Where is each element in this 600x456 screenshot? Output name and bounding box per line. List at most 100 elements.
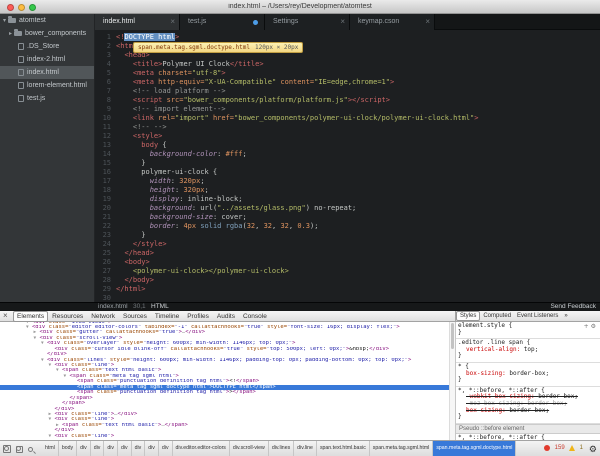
breadcrumb-item[interactable]: div: [104, 441, 118, 456]
gutter-line: 5: [95, 69, 116, 78]
file-icon: [18, 69, 24, 76]
tree-item-lorem-element-html[interactable]: lorem-element.html: [0, 79, 94, 92]
breadcrumb-item[interactable]: span.text.html.basic: [317, 441, 370, 456]
gutter-line: 19: [95, 195, 116, 204]
close-window-button[interactable]: [7, 4, 14, 11]
tree-item-test-js[interactable]: test.js: [0, 92, 94, 105]
devtools-tab-resources[interactable]: Resources: [48, 312, 87, 321]
tree-view[interactable]: ▾atomtest ▸bower_components .DS_Storeinde…: [0, 14, 95, 302]
tab-label: test.js: [188, 18, 206, 25]
gutter-line: 17: [95, 177, 116, 186]
tree-item-label: index-2.html: [27, 56, 65, 63]
tree-item-bower-components[interactable]: ▸bower_components: [0, 27, 94, 40]
tree-item-index-html[interactable]: index.html: [0, 66, 94, 79]
gutter-line: 3: [95, 51, 116, 60]
tab-keymap-cson[interactable]: keymap.cson ×: [350, 14, 435, 30]
styles-tab-computed[interactable]: Computed: [480, 312, 514, 320]
minimize-window-button[interactable]: [18, 4, 25, 11]
dom-tree-row[interactable]: ▼<div class="line">: [0, 434, 449, 439]
breadcrumb-item[interactable]: div: [91, 441, 105, 456]
breadcrumb-item[interactable]: span.meta.tag.sgml.html: [370, 441, 434, 456]
tree-item--ds-store[interactable]: .DS_Store: [0, 40, 94, 53]
devtools-tab-profiles[interactable]: Profiles: [183, 312, 213, 321]
devtools-tab-network[interactable]: Network: [87, 312, 119, 321]
chevron-down-icon: ▾: [3, 18, 6, 24]
status-grammar[interactable]: HTML: [151, 303, 169, 311]
breadcrumb-item[interactable]: div.line: [294, 441, 317, 456]
code-line: </html>: [116, 285, 600, 294]
breadcrumb-item[interactable]: html: [42, 441, 59, 456]
tab-close-icon[interactable]: ×: [170, 14, 175, 29]
breadcrumb-item[interactable]: span.meta.tag.sgml.doctype.html: [433, 441, 516, 456]
code-line: body {: [116, 141, 600, 150]
styles-tab-event-listeners[interactable]: Event Listeners: [514, 312, 561, 320]
code-line: <!-- -->: [116, 123, 600, 132]
devtools-tab-timeline[interactable]: Timeline: [151, 312, 183, 321]
breadcrumb-item[interactable]: div: [77, 441, 91, 456]
gutter-line: 6: [95, 78, 116, 87]
breadcrumb-item[interactable]: div: [118, 441, 132, 456]
console-badges[interactable]: 159 1: [544, 445, 583, 451]
styles-tab-styles[interactable]: Styles: [456, 311, 480, 321]
gutter-line: 27: [95, 267, 116, 276]
tab-index-html[interactable]: index.html×: [95, 14, 180, 30]
gutter-line: 30: [95, 294, 116, 302]
tree-root[interactable]: ▾atomtest: [0, 14, 94, 27]
devtools-tab-audits[interactable]: Audits: [213, 312, 239, 321]
search-icon[interactable]: [28, 447, 33, 452]
workspace: ▾atomtest ▸bower_components.DS_Storeinde…: [0, 14, 600, 302]
devtools-tab-sources[interactable]: Sources: [119, 312, 151, 321]
devtools-tab-console[interactable]: Console: [239, 312, 271, 321]
breadcrumb-item[interactable]: div: [145, 441, 159, 456]
dom-tree-row[interactable]: <div class="cursor idle blink-off" calla…: [0, 347, 449, 352]
dock-side-icon[interactable]: [16, 446, 23, 453]
tab-close-icon[interactable]: ×: [425, 14, 430, 29]
style-rule[interactable]: *, *::before, *::after {-webkit-box-sizi…: [456, 387, 600, 424]
breadcrumb-item[interactable]: div: [132, 441, 146, 456]
styles-sidebar-tabs: StylesComputedEvent Listeners»: [455, 311, 600, 322]
window-title: index.html – /Users/rey/Development/atom…: [60, 3, 540, 10]
styles-settings-gear-icon[interactable]: ⚙: [591, 323, 598, 330]
style-rule[interactable]: .editor .line span {vertical-align: top;…: [456, 339, 600, 363]
new-style-rule-icon[interactable]: +: [584, 323, 591, 330]
status-cursor-position[interactable]: 30,1: [133, 303, 146, 311]
tree-item-label: .DS_Store: [27, 43, 59, 50]
style-rule[interactable]: * {box-sizing: border-box;}: [456, 363, 600, 387]
code-editor[interactable]: 1234567891011121314151617181920212223242…: [95, 30, 600, 302]
scrollbar-thumb[interactable]: [451, 323, 454, 349]
tree-item-index-2-html[interactable]: index-2.html: [0, 53, 94, 66]
gutter-line: 28: [95, 276, 116, 285]
style-property[interactable]: vertical-align: top;: [458, 347, 598, 354]
tab-label: keymap.cson: [358, 18, 399, 25]
code-line: <meta http-equiv="X-UA-Compatible" conte…: [116, 78, 600, 87]
inspect-element-icon[interactable]: [3, 445, 11, 453]
devtools-close-icon[interactable]: ×: [3, 311, 8, 321]
tree-item-label: bower_components: [25, 30, 86, 37]
code-line: <title>Polymer UI Clock</title>: [116, 60, 600, 69]
breadcrumb-item[interactable]: div: [159, 441, 173, 456]
tab-close-icon[interactable]: ×: [340, 14, 345, 29]
breadcrumb-item[interactable]: div.scroll-view: [230, 441, 269, 456]
send-feedback-link[interactable]: Send Feedback: [550, 303, 596, 311]
devtools-settings-gear-icon[interactable]: ⚙: [589, 443, 597, 455]
breadcrumb-item[interactable]: body: [59, 441, 77, 456]
code-line: background-color: #fff;: [116, 150, 600, 159]
style-rule[interactable]: +⚙element.style {}: [456, 322, 600, 339]
style-property[interactable]: box-sizing: border-box;: [458, 408, 598, 415]
style-property[interactable]: box-sizing: border-box;: [458, 371, 598, 378]
gutter-line: 1: [95, 33, 116, 42]
devtools-tab-elements[interactable]: Elements: [13, 311, 48, 322]
breadcrumb-item[interactable]: div.editor.editor-colors: [173, 441, 230, 456]
dom-tree: ▼<div class="item-views">▼<div class="ed…: [0, 322, 449, 440]
tab-settings[interactable]: Settings×: [265, 14, 350, 30]
code-line: </head>: [116, 249, 600, 258]
breadcrumb-item[interactable]: div.lines: [269, 441, 294, 456]
zoom-window-button[interactable]: [29, 4, 36, 11]
gutter-line: 7: [95, 87, 116, 96]
file-icon: [18, 56, 24, 63]
tree-item-label: index.html: [27, 69, 59, 76]
devtools-status-icons: [3, 445, 33, 453]
tab-test-js[interactable]: test.js: [180, 14, 265, 30]
code-line: </body>: [116, 276, 600, 285]
styles-tab--[interactable]: »: [561, 312, 570, 320]
